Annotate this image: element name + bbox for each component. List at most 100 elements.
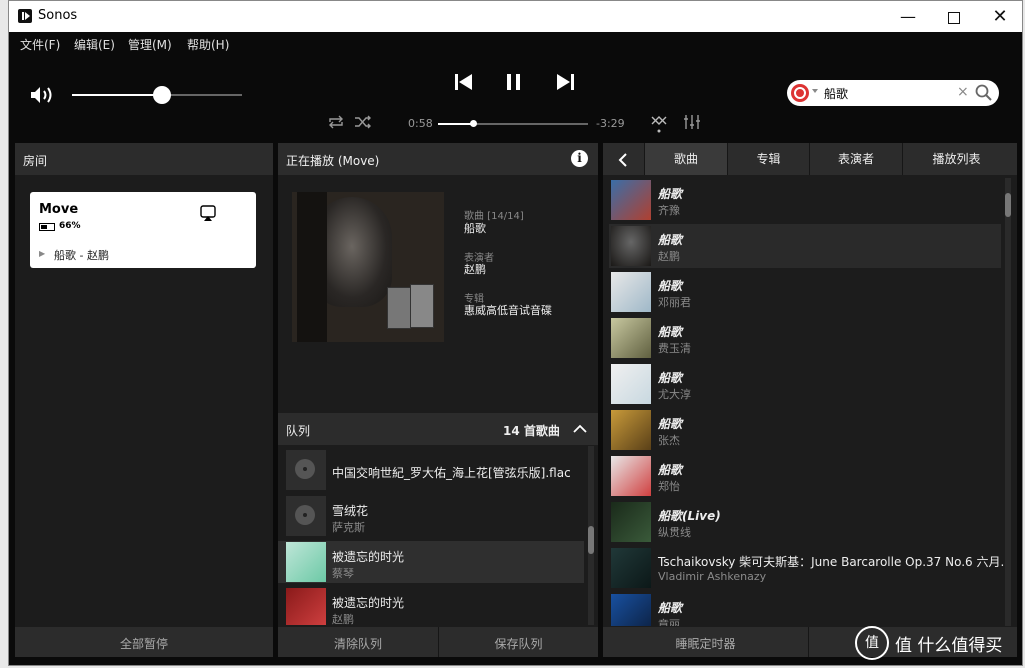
- library-panel: 歌曲 专辑 表演者 播放列表 船歌 齐豫 船歌 赵鹏 船歌 邓丽君 船歌 费玉清…: [603, 143, 1017, 657]
- volume-knob[interactable]: [153, 86, 172, 104]
- play-indicator-icon: ▶: [39, 249, 46, 258]
- back-button[interactable]: [603, 143, 643, 175]
- queue-header[interactable]: 队列 14 首歌曲: [278, 413, 598, 445]
- list-item[interactable]: 船歌 齐豫: [609, 178, 1001, 222]
- shuffle-icon[interactable]: [354, 115, 372, 129]
- room-name: Move: [39, 202, 79, 217]
- minimize-button[interactable]: —: [885, 1, 931, 32]
- clear-queue-button[interactable]: 清除队列: [278, 635, 438, 652]
- queue-thumb: [286, 450, 326, 490]
- menu-help[interactable]: 帮助(H): [187, 36, 229, 53]
- title-bar: Sonos — ✕: [9, 1, 1022, 32]
- queue-thumb: [286, 542, 326, 582]
- list-thumb: [611, 272, 651, 312]
- list-item-highlighted[interactable]: 船歌 赵鹏: [609, 224, 1001, 268]
- artist-name: 赵鹏: [464, 263, 486, 276]
- list-thumb: [611, 548, 651, 588]
- queue-scrollbar[interactable]: [588, 446, 594, 625]
- list-item-title: 船歌: [658, 371, 683, 385]
- search-input[interactable]: 船歌: [824, 85, 848, 102]
- tab-albums[interactable]: 专辑: [727, 143, 809, 175]
- list-item-artist: 费玉清: [658, 342, 691, 355]
- tab-playlists[interactable]: 播放列表: [902, 143, 1010, 175]
- crossfade-icon[interactable]: [651, 115, 669, 133]
- list-item-title: 船歌: [658, 187, 683, 201]
- queue-item-title: 雪绒花: [332, 504, 369, 518]
- sonos-logo-icon: [18, 9, 32, 23]
- footer-divider: [808, 627, 809, 657]
- album-art: [292, 192, 444, 342]
- queue-row[interactable]: 中国交响世紀_罗大佑_海上花[管弦乐版].flac: [278, 449, 584, 491]
- previous-icon[interactable]: [454, 73, 474, 91]
- list-item-artist: 纵贯线: [658, 526, 691, 539]
- rooms-panel: 房间 Move 66% ▶ 船歌 - 赵鹏 全部暂停: [15, 143, 273, 657]
- airplay-icon[interactable]: [200, 205, 216, 223]
- room-now-playing: 船歌 - 赵鹏: [54, 249, 109, 262]
- transport-bar: 0:58 -3:29 船歌 ×: [9, 54, 1022, 141]
- repeat-icon[interactable]: [327, 115, 345, 129]
- save-queue-button[interactable]: 保存队列: [439, 635, 598, 652]
- equalizer-icon[interactable]: [683, 114, 701, 130]
- queue-thumb: [286, 496, 326, 536]
- info-icon[interactable]: i: [571, 150, 588, 167]
- list-item-title: 船歌: [658, 233, 683, 247]
- list-item[interactable]: 船歌 张杰: [609, 408, 1001, 452]
- next-icon[interactable]: [555, 73, 575, 91]
- list-item-title: 船歌: [658, 279, 683, 293]
- queue-item-title: 被遗忘的时光: [332, 550, 405, 564]
- queue-scroll-thumb[interactable]: [588, 526, 594, 554]
- volume-level: [72, 94, 163, 96]
- watermark-logo-icon: 值: [855, 626, 889, 660]
- tab-songs[interactable]: 歌曲: [644, 143, 727, 175]
- list-thumb: [611, 180, 651, 220]
- queue-row[interactable]: 雪绒花 萨克斯: [278, 495, 584, 537]
- queue-item-title: 中国交响世紀_罗大佑_海上花[管弦乐版].flac: [332, 466, 571, 480]
- queue-title: 队列: [286, 424, 311, 438]
- song-title: 船歌: [464, 222, 486, 235]
- menu-file[interactable]: 文件(F): [20, 36, 60, 53]
- chevron-down-icon[interactable]: [812, 89, 818, 93]
- now-playing-header: 正在播放 (Move) i: [278, 143, 598, 175]
- pause-all-button[interactable]: 全部暂停: [15, 635, 273, 652]
- library-scroll-thumb[interactable]: [1005, 193, 1011, 217]
- list-item[interactable]: Tschaikovsky 柴可夫斯基：June Barcarolle Op.37…: [609, 546, 1012, 590]
- search-icon[interactable]: [975, 84, 993, 102]
- progress-knob[interactable]: [469, 120, 477, 127]
- list-item-title: 船歌: [658, 417, 683, 431]
- room-card-move[interactable]: Move 66% ▶ 船歌 - 赵鹏: [30, 192, 256, 268]
- list-item-artist: 郑怡: [658, 480, 680, 493]
- now-playing-title: 正在播放 (Move): [286, 154, 380, 168]
- library-list: 船歌 齐豫 船歌 赵鹏 船歌 邓丽君 船歌 费玉清 船歌 尤大淳 船歌 张杰 船…: [603, 178, 1017, 626]
- queue-footer: 清除队列 保存队列: [278, 627, 598, 657]
- search-box[interactable]: 船歌 ×: [787, 80, 999, 106]
- list-item-artist: 尤大淳: [658, 388, 691, 401]
- chevron-up-icon[interactable]: [573, 424, 587, 434]
- list-item[interactable]: 船歌 费玉清: [609, 316, 1001, 360]
- volume-icon[interactable]: [29, 85, 55, 105]
- queue-row[interactable]: 被遗忘的时光 赵鹏: [278, 587, 584, 625]
- menu-edit[interactable]: 编辑(E): [74, 36, 115, 53]
- list-item[interactable]: 船歌 尤大淳: [609, 362, 1001, 406]
- tab-artists[interactable]: 表演者: [809, 143, 902, 175]
- list-item[interactable]: 船歌 郑怡: [609, 454, 1001, 498]
- list-item-title: 船歌: [658, 325, 683, 339]
- list-item-artist: 章丽: [658, 618, 680, 626]
- now-playing-panel: 正在播放 (Move) i 歌曲 [14/14] 船歌 表演者 赵鹏 专辑 惠威…: [278, 143, 598, 657]
- queue-row-current[interactable]: 被遗忘的时光 蔡琴: [278, 541, 584, 583]
- list-item[interactable]: 船歌 邓丽君: [609, 270, 1001, 314]
- list-item[interactable]: 船歌 章丽: [609, 592, 1001, 626]
- sleep-timer-button[interactable]: 睡眠定时器: [603, 635, 808, 652]
- menu-manage[interactable]: 管理(M): [128, 36, 172, 53]
- list-thumb: [611, 364, 651, 404]
- list-item-artist: Vladimir Ashkenazy: [658, 570, 767, 583]
- clear-search-icon[interactable]: ×: [957, 84, 969, 100]
- list-item-title: 船歌: [658, 463, 683, 477]
- pause-icon[interactable]: [505, 73, 523, 91]
- close-button[interactable]: ✕: [977, 1, 1023, 32]
- queue-item-artist: 赵鹏: [332, 613, 354, 625]
- music-service-icon[interactable]: [790, 83, 810, 103]
- list-item-artist: 赵鹏: [658, 250, 680, 263]
- library-scrollbar[interactable]: [1005, 178, 1011, 626]
- list-item[interactable]: 船歌(Live) 纵贯线: [609, 500, 1001, 544]
- maximize-button[interactable]: [931, 1, 977, 32]
